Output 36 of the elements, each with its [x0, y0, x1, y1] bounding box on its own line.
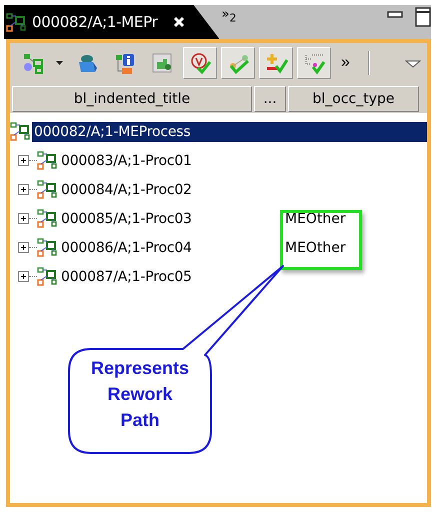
- close-icon: [173, 16, 186, 28]
- column-header[interactable]: ...: [254, 86, 286, 112]
- toolbar-button[interactable]: [221, 47, 255, 79]
- tree-item[interactable]: 000082/A;1-MEProcess: [32, 122, 427, 142]
- editor-tab[interactable]: 000082/A;1-MEPr: [4, 5, 220, 39]
- table-cell: MEOther: [285, 240, 346, 256]
- tab-title: 000082/A;1-MEPr: [32, 13, 158, 31]
- validate-icon: [188, 52, 212, 74]
- process-icon: [37, 180, 57, 199]
- minimize-icon: [387, 11, 403, 19]
- tree-item[interactable]: 000087/A;1-Proc05: [59, 266, 194, 286]
- callout-text: Represents Rework Path: [90, 357, 190, 432]
- column-header[interactable]: bl_indented_title: [12, 86, 252, 112]
- process-icon: [37, 238, 57, 257]
- more-button[interactable]: »: [335, 54, 356, 72]
- column-header[interactable]: bl_occ_type: [288, 86, 419, 112]
- tree-item[interactable]: 000086/A;1-Proc04: [59, 238, 194, 258]
- puzzle-icon: [150, 52, 174, 74]
- tree-item[interactable]: 000085/A;1-Proc03: [59, 208, 194, 228]
- structure-icon: [22, 52, 44, 74]
- tree-item[interactable]: 000084/A;1-Proc02: [59, 180, 194, 200]
- table-cell: MEOther: [285, 210, 346, 226]
- toolbar-button[interactable]: [297, 47, 331, 79]
- toolbar-button[interactable]: [183, 47, 217, 79]
- process-icon: [37, 267, 57, 286]
- process-icon: [10, 122, 30, 141]
- process-icon: [37, 209, 57, 228]
- maximize-icon: [415, 7, 431, 27]
- tree-item[interactable]: 000083/A;1-Proc01: [59, 150, 194, 170]
- overflow-tabs[interactable]: »$_{2}$: [221, 5, 236, 25]
- tree-check-icon: [302, 52, 326, 74]
- plus-minus-icon: [264, 52, 288, 74]
- toolbar-button[interactable]: [259, 47, 293, 79]
- menu-arrow-icon: [405, 60, 421, 68]
- process-icon: [37, 151, 57, 170]
- process-icon: [6, 12, 26, 32]
